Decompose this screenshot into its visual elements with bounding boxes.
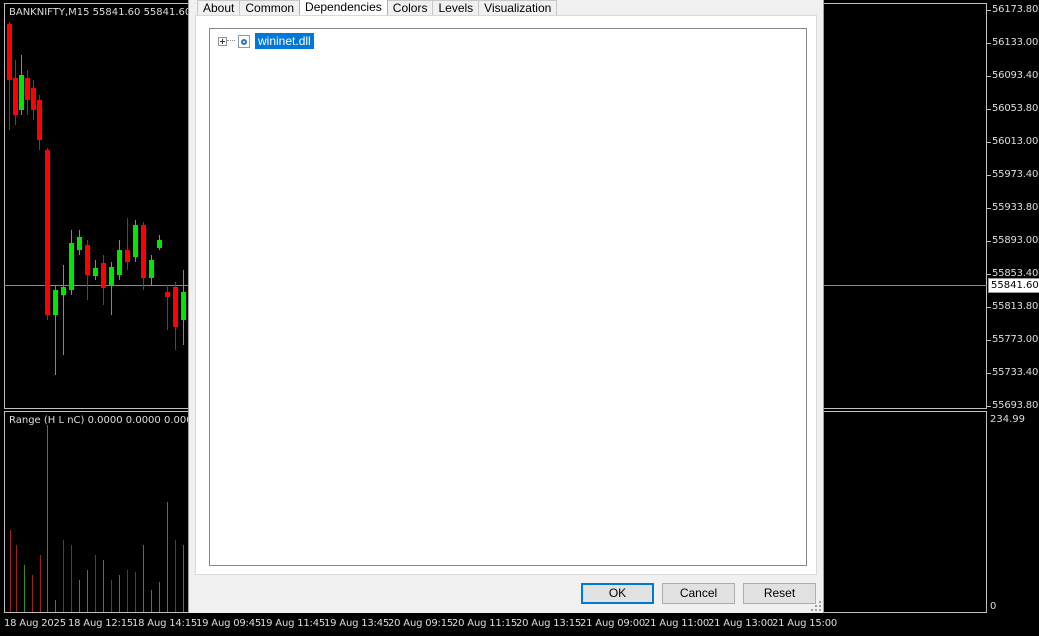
candle-body [165, 292, 170, 297]
price-tick-label: 56013.00 [992, 136, 1039, 147]
price-tick-label: 56053.80 [992, 103, 1039, 114]
time-tick-label: 21 Aug 11:00 [644, 618, 710, 629]
tree-connector [227, 40, 235, 42]
time-tick-label: 21 Aug 15:00 [772, 618, 838, 629]
subwindow-high-label: 234.99 [990, 414, 1025, 425]
time-tick-label: 18 Aug 2025 [4, 618, 66, 629]
price-tick-label: 55733.40 [992, 367, 1039, 378]
price-tick-label: 55893.00 [992, 235, 1039, 246]
price-tick-label: 55773.00 [992, 334, 1039, 345]
candle-body [101, 263, 106, 288]
resize-grip-icon[interactable] [811, 601, 821, 611]
tree-item-wininet[interactable]: wininet.dll [218, 33, 314, 49]
candle-body [45, 150, 50, 315]
candle-body [133, 225, 138, 257]
tab-about[interactable]: About [197, 0, 241, 15]
price-tick-label: 56173.80 [992, 4, 1039, 15]
time-tick-label: 18 Aug 12:15 [68, 618, 134, 629]
candle-body [125, 250, 130, 262]
time-tick-label: 19 Aug 13:45 [324, 618, 390, 629]
tab-dependencies[interactable]: Dependencies [299, 0, 388, 15]
indicator-properties-dialog: About Common Dependencies Colors Levels Visua… [188, 0, 824, 613]
dependencies-tree[interactable]: wininet.dll [209, 28, 807, 566]
price-tick-label: 55933.80 [992, 202, 1039, 213]
dll-gear-icon [238, 34, 250, 48]
subwindow-zero-label: 0 [990, 601, 997, 612]
candle-body [117, 250, 122, 275]
candle-body [69, 243, 74, 290]
time-tick-label: 20 Aug 09:15 [388, 618, 454, 629]
candle-body [77, 237, 82, 250]
price-tick-label: 55813.80 [992, 301, 1039, 312]
tree-item-label[interactable]: wininet.dll [255, 33, 314, 49]
dependencies-panel: wininet.dll [195, 15, 817, 575]
symbol-info: BANKNIFTY,M15 55841.60 55841.60 558 [9, 7, 214, 18]
candle-body [19, 75, 24, 110]
ok-button[interactable]: OK [581, 583, 654, 604]
price-tick-label: 56093.40 [992, 70, 1039, 81]
range-indicator-label: Range (H L nC) 0.0000 0.0000 0.0000 [9, 415, 199, 426]
candle-body [53, 290, 58, 315]
candle-body [141, 225, 146, 278]
time-tick-label: 19 Aug 11:45 [260, 618, 326, 629]
price-tick-label: 56133.00 [992, 37, 1039, 48]
time-tick-label: 18 Aug 14:15 [132, 618, 198, 629]
time-tick-label: 21 Aug 09:00 [580, 618, 646, 629]
candle-body [157, 240, 162, 248]
time-tick-label: 20 Aug 13:15 [516, 618, 582, 629]
candle-body [37, 100, 42, 140]
candle-body [109, 267, 114, 285]
candle-body [93, 268, 98, 276]
tab-common[interactable]: Common [239, 0, 301, 15]
plus-icon[interactable] [218, 36, 227, 46]
current-price-marker: 55841.60 [988, 278, 1039, 293]
time-tick-label: 20 Aug 11:15 [452, 618, 518, 629]
tab-levels[interactable]: Levels [432, 0, 480, 15]
price-tick-label: 55693.80 [992, 400, 1039, 411]
cancel-button[interactable]: Cancel [662, 583, 735, 604]
price-tick-label: 55973.40 [992, 169, 1039, 180]
candle-body [173, 287, 178, 327]
time-tick-label: 21 Aug 13:00 [708, 618, 774, 629]
tab-visualization[interactable]: Visualization [478, 0, 558, 15]
tab-bar: About Common Dependencies Colors Levels Visua… [197, 0, 558, 16]
candle-body [61, 287, 66, 295]
candle-body [149, 260, 154, 278]
tab-colors[interactable]: Colors [386, 0, 434, 15]
candle-body [13, 78, 18, 115]
candle-body [25, 78, 30, 100]
candle-body [85, 245, 90, 275]
candle-body [7, 24, 12, 80]
time-tick-label: 19 Aug 09:45 [196, 618, 262, 629]
candle-body [31, 88, 36, 110]
reset-button[interactable]: Reset [743, 583, 816, 604]
candle-body [181, 292, 186, 320]
